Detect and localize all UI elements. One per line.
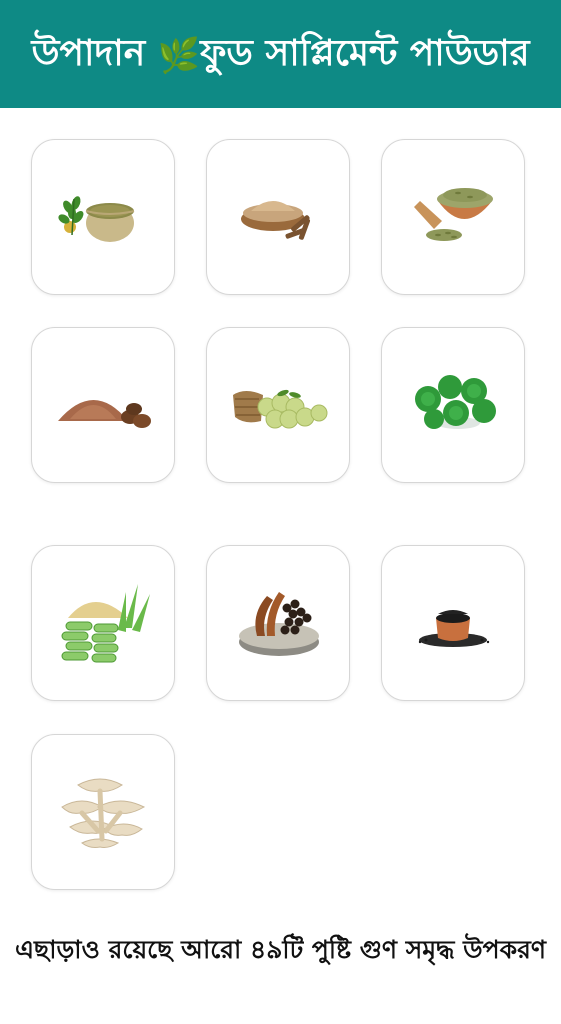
fennel-seeds-icon <box>414 188 493 241</box>
ingredient-card-fennel[interactable] <box>381 139 525 295</box>
ingredient-card-moringa[interactable] <box>31 139 175 295</box>
leaf-icon: 🌿 <box>157 36 201 76</box>
ingredient-card-amla[interactable] <box>206 327 350 483</box>
ashwagandha-powder-icon <box>241 201 311 240</box>
header-banner: উপাদান 🌿ফুড সাপ্লিমেন্ট পাউডার <box>0 0 561 108</box>
ingredient-card-black-seed[interactable] <box>381 545 525 701</box>
ingredient-card-ashwagandha[interactable] <box>206 139 350 295</box>
black-seed-bowl-icon <box>418 610 490 647</box>
footer-note: এছাড়াও রয়েছে আরো ৪৯টি পুষ্টি গুণ সমৃদ্… <box>15 935 546 964</box>
ingredient-card-mushroom[interactable] <box>31 734 175 890</box>
title-part-1: উপাদান <box>31 33 146 74</box>
title-part-2: ফুড সাপ্লিমেন্ট পাউডার <box>200 33 530 74</box>
oyster-mushroom-icon <box>61 778 146 848</box>
page-title: উপাদান 🌿ফুড সাপ্লিমেন্ট পাউডার <box>21 34 541 74</box>
ingredient-card-gotu-kola[interactable] <box>381 327 525 483</box>
ingredient-card-aloe[interactable] <box>31 545 175 701</box>
cinnamon-pepper-icon <box>239 592 319 656</box>
ingredient-card-cinnamon[interactable] <box>206 545 350 701</box>
moringa-powder-icon <box>58 196 135 242</box>
ingredient-card-nutmeg[interactable] <box>31 327 175 483</box>
aloe-vera-powder-icon <box>61 584 150 663</box>
amla-basket-icon <box>233 389 328 429</box>
gotu-kola-leaves-icon <box>415 375 496 429</box>
nutmeg-powder-icon <box>58 400 151 428</box>
